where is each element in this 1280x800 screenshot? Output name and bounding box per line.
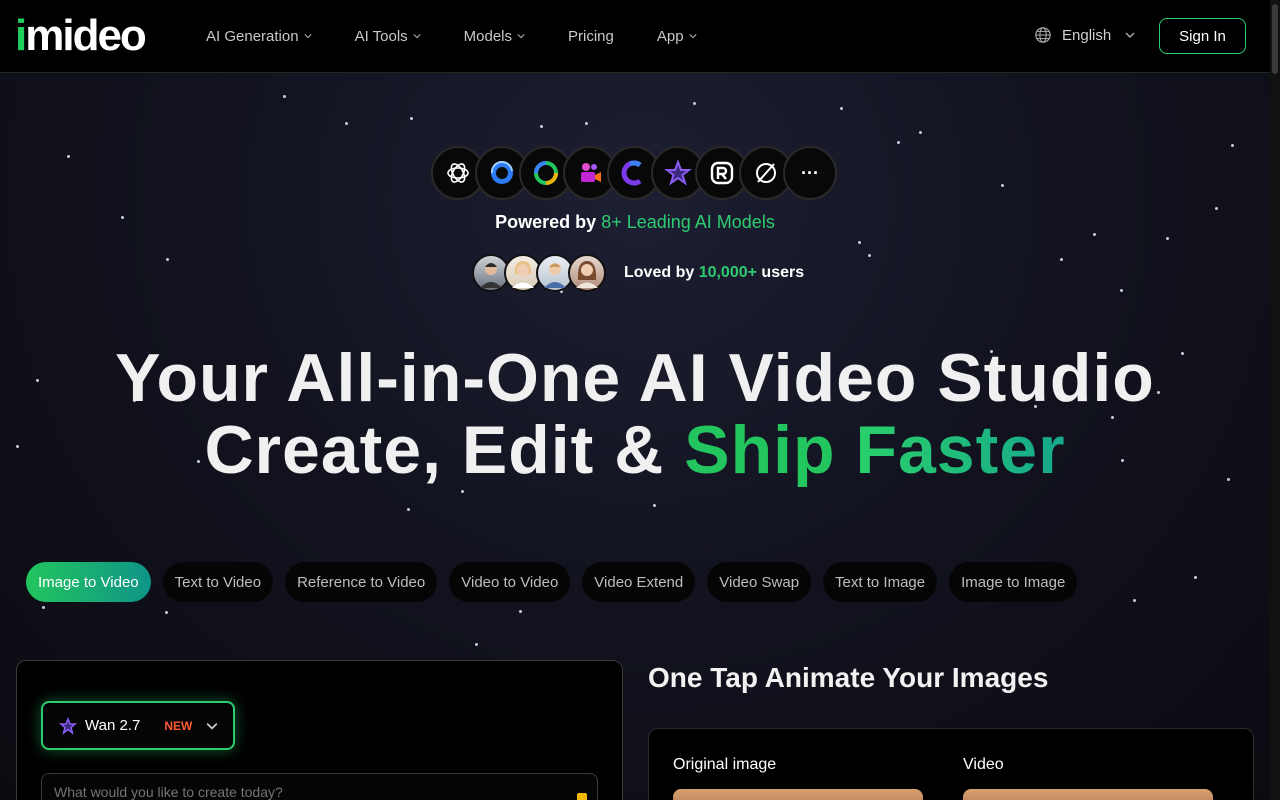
tab-text-to-video[interactable]: Text to Video (162, 562, 274, 602)
chevron-down-icon (303, 34, 312, 39)
tab-video-extend[interactable]: Video Extend (582, 562, 696, 602)
main-nav: AI Generation AI Tools Models Pricing Ap… (206, 0, 740, 72)
globe-icon (1035, 27, 1051, 43)
more-models-button[interactable]: ··· (783, 146, 837, 200)
new-badge: NEW (164, 718, 193, 733)
nav-label: Models (463, 27, 513, 45)
showcase-card: Original image Video (648, 728, 1254, 800)
hero-title-line1: Your All-in-One AI Video Studio (115, 340, 1155, 416)
nav-models[interactable]: Models (464, 28, 525, 45)
loved-by-text: Loved by 10,000+ users (624, 264, 805, 281)
star-model-icon (59, 716, 77, 735)
tab-reference-to-video[interactable]: Reference to Video (285, 562, 438, 602)
nav-label: AI Tools (354, 27, 408, 45)
imideo-logo[interactable]: imideo (15, 14, 147, 58)
model-dropdown[interactable]: Wan 2.7 NEW (41, 701, 235, 750)
prompt-input[interactable] (41, 773, 598, 800)
nav-ai-generation[interactable]: AI Generation (206, 28, 312, 45)
tab-video-to-video[interactable]: Video to Video (449, 562, 571, 602)
video-preview[interactable] (963, 789, 1213, 800)
scrollbar-thumb[interactable] (1272, 4, 1278, 74)
page-scrollbar[interactable] (1270, 0, 1280, 800)
chevron-down-icon (517, 34, 525, 39)
credits-icon (577, 793, 587, 800)
model-name: Wan 2.7 (85, 717, 141, 734)
showcase-title: One Tap Animate Your Images (648, 662, 1049, 693)
chevron-down-icon (206, 722, 218, 730)
chevron-down-icon (1125, 32, 1135, 38)
chevron-down-icon (688, 34, 697, 39)
language-selector[interactable]: English (1034, 26, 1135, 44)
nav-label: AI Generation (206, 27, 299, 45)
more-icon: ··· (801, 162, 819, 183)
tab-image-to-image[interactable]: Image to Image (949, 562, 1078, 602)
original-image-label: Original image (673, 756, 777, 773)
nav-app[interactable]: App (657, 28, 697, 45)
tab-image-to-video[interactable]: Image to Video (26, 562, 151, 602)
tab-video-swap[interactable]: Video Swap (707, 562, 812, 602)
model-icons-row: ··· (431, 146, 837, 200)
social-proof: Loved by 10,000+ users (472, 254, 804, 292)
top-navbar: imideo AI Generation AI Tools Models Pri… (0, 0, 1270, 73)
generator-panel: Wan 2.7 NEW (16, 660, 623, 800)
original-image-preview (673, 789, 923, 800)
chevron-down-icon (413, 34, 421, 39)
video-label: Video (963, 756, 1004, 773)
nav-pricing[interactable]: Pricing (568, 28, 614, 45)
nav-ai-tools[interactable]: AI Tools (355, 28, 421, 45)
powered-by-text: Powered by 8+ Leading AI Models (495, 212, 775, 232)
sign-in-button[interactable]: Sign In (1159, 18, 1246, 54)
avatar (568, 254, 606, 292)
mode-tabs: Image to Video Text to Video Reference t… (26, 562, 1089, 602)
nav-label: Pricing (568, 27, 614, 45)
language-label: English (1062, 26, 1112, 44)
hero-title-line2: Create, Edit & Ship Faster (204, 412, 1066, 488)
tab-text-to-image[interactable]: Text to Image (823, 562, 938, 602)
nav-label: App (656, 27, 684, 45)
